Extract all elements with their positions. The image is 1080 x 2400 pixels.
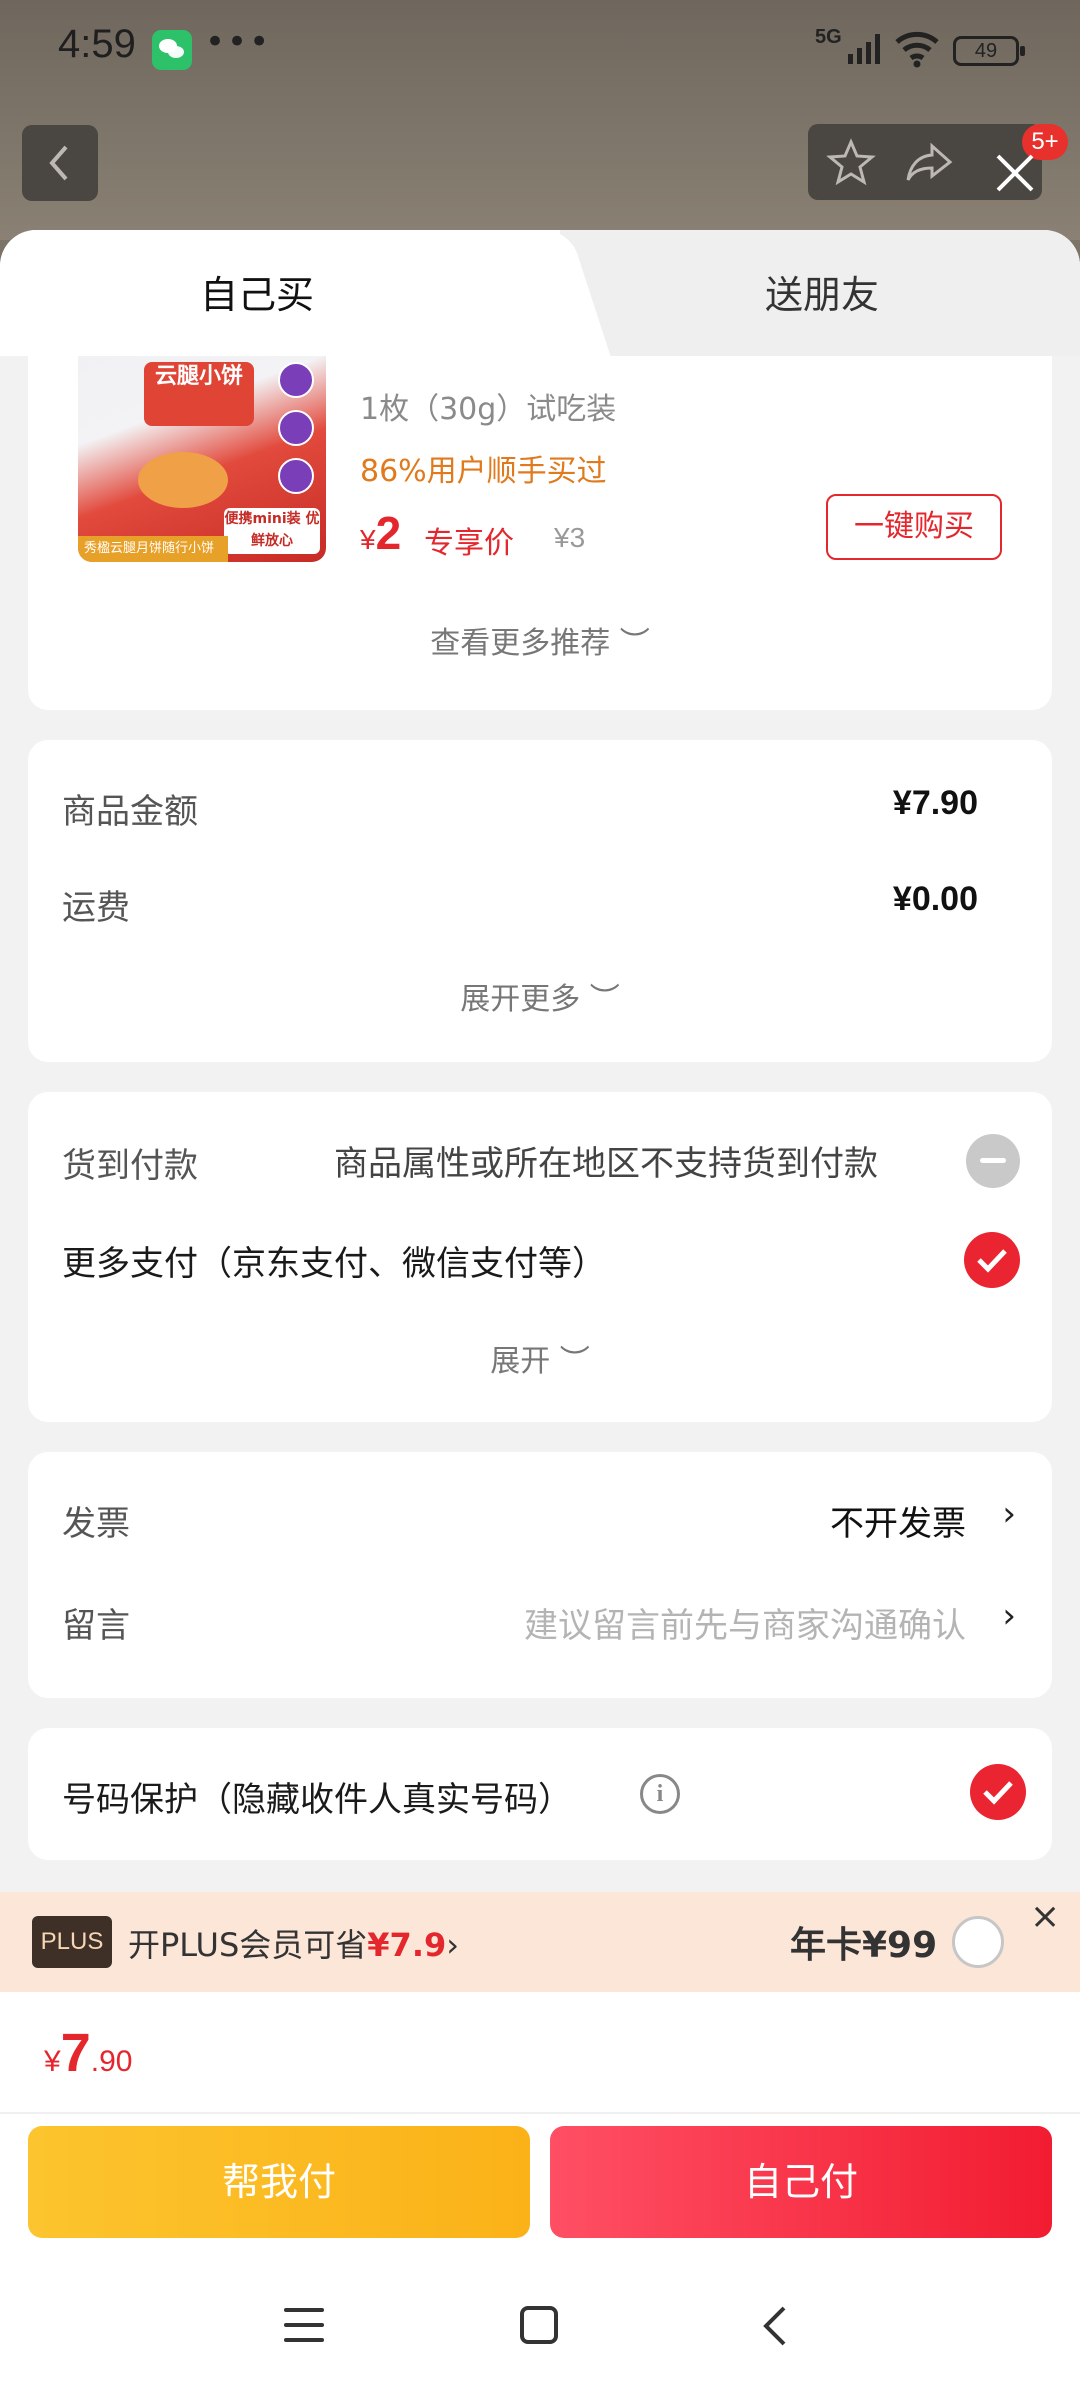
amount-card: 商品金额 ¥7.90 运费 ¥0.00 展开更多 ︶ <box>28 740 1052 1062</box>
close-icon[interactable] <box>990 148 1040 198</box>
goods-amount-label: 商品金额 <box>62 792 198 832</box>
help-me-pay-button[interactable]: 帮我付 <box>28 2126 530 2238</box>
back-button[interactable] <box>22 125 98 201</box>
pay-myself-button[interactable]: 自己付 <box>550 2126 1052 2238</box>
invoice-label: 发票 <box>62 1504 130 1544</box>
plus-promo-bar[interactable]: PLUS 开PLUS会员可省¥7.9› 年卡¥99 × <box>0 1892 1080 1992</box>
status-bar: 4:59 ••• 5G 49 <box>0 0 1080 100</box>
more-payment-check-icon[interactable] <box>964 1232 1020 1288</box>
privacy-card: 号码保护（隐藏收件人真实号码） i <box>28 1728 1052 1860</box>
plus-annual-price: 年卡¥99 <box>790 1925 938 1966</box>
cod-disabled-icon <box>966 1134 1020 1188</box>
pay-bar: 帮我付 自己付 <box>0 2114 1080 2264</box>
back-nav-icon[interactable] <box>760 2304 790 2348</box>
shipping-value: ¥0.00 <box>892 880 978 918</box>
home-icon[interactable] <box>520 2306 558 2344</box>
system-nav-bar <box>0 2264 1080 2400</box>
message-label: 留言 <box>62 1606 130 1646</box>
status-time: 4:59 <box>58 22 136 66</box>
chevron-left-icon <box>49 145 68 181</box>
cod-note: 商品属性或所在地区不支持货到付款 <box>334 1144 878 1184</box>
payment-card: 货到付款 商品属性或所在地区不支持货到付款 更多支付（京东支付、微信支付等） 展… <box>28 1092 1052 1422</box>
share-icon[interactable] <box>904 140 954 184</box>
more-recommend-link[interactable]: 查看更多推荐 ︶ <box>28 618 1052 662</box>
product-image[interactable]: 云腿小饼 便携mini装 优鲜放心 秀楹云腿月饼随行小饼 <box>78 356 326 562</box>
wifi-icon <box>895 31 939 68</box>
more-notifications-icon: ••• <box>205 22 272 62</box>
message-input[interactable]: 建议留言前先与商家沟通确认 <box>524 1598 966 1647</box>
tab-bar: 自己买 送朋友 <box>0 230 1080 356</box>
feature-badges <box>278 356 316 506</box>
invoice-value[interactable]: 不开发票 <box>830 1496 966 1545</box>
signal-icon <box>848 32 880 64</box>
more-payment-label[interactable]: 更多支付（京东支付、微信支付等） <box>62 1236 606 1285</box>
shipping-label: 运费 <box>62 888 130 928</box>
tab-buy-self-label[interactable]: 自己买 <box>200 264 314 319</box>
product-bought-rate: 86%用户顺手买过 <box>360 454 607 489</box>
product-strip-text: 秀楹云腿月饼随行小饼 <box>78 536 228 562</box>
network-type: 5G <box>815 26 842 48</box>
info-icon[interactable]: i <box>640 1774 680 1814</box>
total-price: ¥7.90 <box>44 2023 133 2083</box>
battery-icon: 49 <box>953 36 1025 66</box>
tab-send-friend-label[interactable]: 送朋友 <box>765 264 879 319</box>
plus-logo: PLUS <box>32 1916 112 1968</box>
payment-expand-link[interactable]: 展开 ︶ <box>28 1336 1052 1380</box>
recent-apps-icon[interactable] <box>284 2308 324 2342</box>
total-bar: ¥7.90 <box>0 1992 1080 2114</box>
product-tag-text: 便携mini装 优鲜放心 <box>224 508 320 554</box>
goods-amount-value: ¥7.90 <box>892 784 978 822</box>
invoice-card: 发票 不开发票 › 留言 建议留言前先与商家沟通确认 › <box>28 1452 1052 1698</box>
plus-close-icon[interactable]: × <box>1030 1896 1060 1937</box>
product-price: ¥2 <box>360 507 402 559</box>
original-price: ¥3 <box>554 522 586 553</box>
cod-label: 货到付款 <box>62 1146 198 1186</box>
invoice-chevron-icon[interactable]: › <box>1002 1494 1016 1534</box>
privacy-check-icon[interactable] <box>970 1764 1026 1820</box>
plus-promo-text[interactable]: 开PLUS会员可省¥7.9› <box>128 1920 459 1966</box>
wechat-icon <box>152 30 192 70</box>
star-icon[interactable] <box>826 138 876 186</box>
plus-select-radio[interactable] <box>952 1916 1004 1968</box>
product-brand-text: 云腿小饼 <box>144 362 254 426</box>
exclusive-price-label: 专享价 <box>424 526 514 561</box>
message-chevron-icon[interactable]: › <box>1002 1596 1016 1636</box>
privacy-label: 号码保护（隐藏收件人真实号码） <box>62 1780 572 1820</box>
expand-more-link[interactable]: 展开更多 ︶ <box>28 974 1052 1018</box>
one-click-buy-button[interactable]: 一键购买 <box>826 494 1002 560</box>
product-spec: 1枚（30g）试吃装 <box>360 392 617 427</box>
mooncake-shape <box>138 452 228 508</box>
recommend-card: 云腿小饼 便携mini装 优鲜放心 秀楹云腿月饼随行小饼 1枚（30g）试吃装 … <box>28 356 1052 710</box>
